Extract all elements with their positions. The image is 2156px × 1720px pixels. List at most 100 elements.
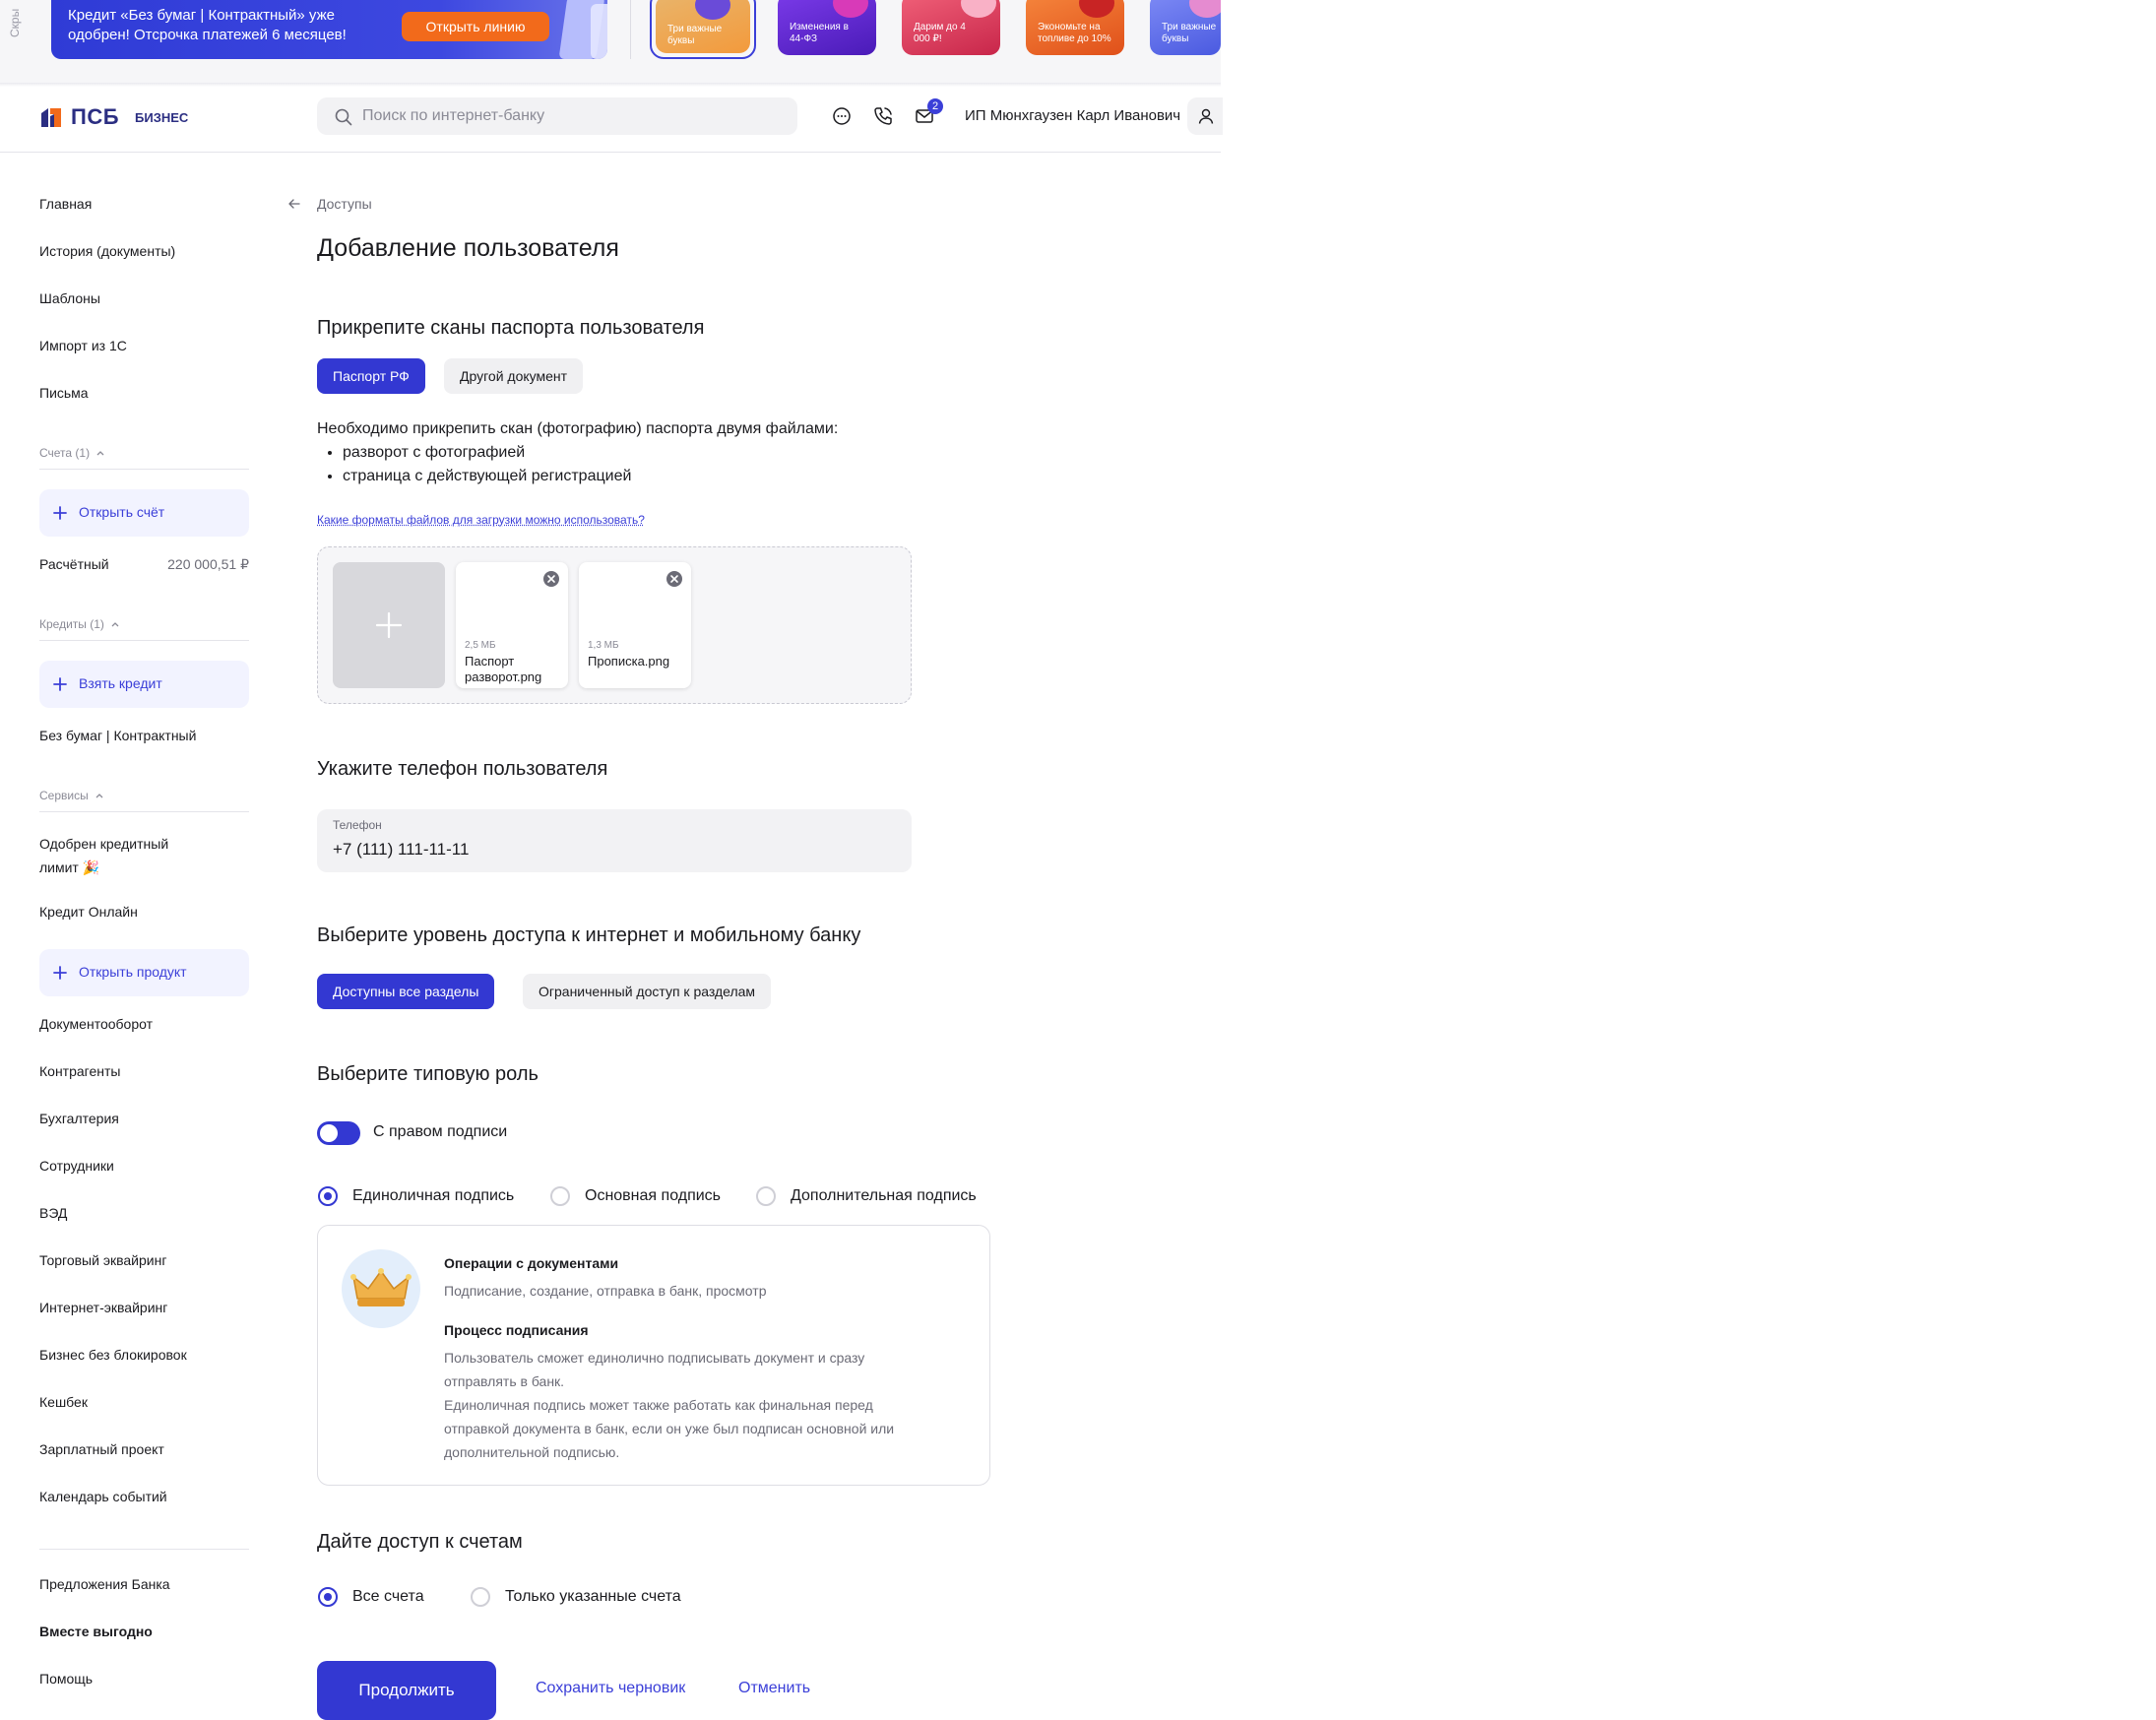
avatar[interactable] <box>1187 97 1223 135</box>
tab-other-document[interactable]: Другой документ <box>444 358 584 394</box>
open-product-button[interactable]: Открыть продукт <box>39 949 249 996</box>
cancel-button[interactable]: Отменить <box>738 1680 810 1697</box>
file-size: 2,5 МБ <box>465 640 496 651</box>
remove-file-icon[interactable] <box>542 570 560 588</box>
tab-passport-rf[interactable]: Паспорт РФ <box>317 358 425 394</box>
credits-section-toggle[interactable]: Кредиты (1) <box>39 617 120 631</box>
sidebar-item-credit-online[interactable]: Кредит Онлайн <box>39 904 138 920</box>
sidebar-item-salary-project[interactable]: Зарплатный проект <box>39 1441 164 1457</box>
add-file-button[interactable] <box>333 562 445 688</box>
sidebar-item-calendar[interactable]: Календарь событий <box>39 1489 167 1504</box>
collapse-label[interactable]: Скры <box>8 2 22 37</box>
phone-input[interactable] <box>333 837 884 862</box>
open-line-button[interactable]: Открыть линию <box>402 12 549 41</box>
search-bar[interactable] <box>317 97 797 135</box>
logo-suffix: БИЗНЕС <box>135 109 189 125</box>
promo-decoration <box>591 4 607 59</box>
story-card[interactable]: Три важные буквы <box>650 0 756 59</box>
radio-all-accounts-label[interactable]: Все счета <box>352 1588 424 1606</box>
services-section-label: Сервисы <box>39 789 89 802</box>
divider <box>39 1549 249 1550</box>
sidebar-item-cashback[interactable]: Кешбек <box>39 1394 88 1410</box>
story-illustration <box>961 0 996 18</box>
sidebar-item-accounting[interactable]: Бухгалтерия <box>39 1111 119 1126</box>
radio-additional-signature-label[interactable]: Дополнительная подпись <box>791 1187 977 1205</box>
page-title: Добавление пользователя <box>317 234 619 262</box>
psb-business-logo[interactable]: ПСБ БИЗНЕС <box>39 104 189 130</box>
accounts-section-toggle[interactable]: Счета (1) <box>39 446 105 460</box>
sidebar-item-help[interactable]: Помощь <box>39 1671 93 1687</box>
sidebar-item-import-1c[interactable]: Импорт из 1С <box>39 338 127 353</box>
save-draft-button[interactable]: Сохранить черновик <box>536 1680 685 1697</box>
arrow-left-icon[interactable] <box>287 197 301 211</box>
services-section-toggle[interactable]: Сервисы <box>39 789 104 802</box>
search-input[interactable] <box>362 97 776 135</box>
role-description-card: Операции с документами Подписание, созда… <box>317 1225 990 1486</box>
signing-process-title: Процесс подписания <box>444 1322 589 1338</box>
sign-right-toggle[interactable] <box>317 1121 360 1145</box>
take-credit-button[interactable]: Взять кредит <box>39 661 249 708</box>
radio-additional-signature[interactable] <box>756 1186 776 1206</box>
radio-main-signature[interactable] <box>550 1186 570 1206</box>
logo-name: ПСБ <box>71 104 120 129</box>
sidebar-item-approved-limit[interactable]: Одобрен кредитный лимит 🎉 <box>39 832 207 879</box>
phone-call-icon[interactable] <box>872 105 894 127</box>
chevron-up-icon <box>96 451 104 456</box>
chevron-up-icon <box>95 794 103 798</box>
story-card[interactable]: Три важные буквы <box>1146 0 1221 59</box>
sidebar-item-counterparties[interactable]: Контрагенты <box>39 1063 120 1079</box>
promo-banner[interactable]: Кредит «Без бумаг | Контрактный» уже одо… <box>51 0 607 59</box>
open-account-button[interactable]: Открыть счёт <box>39 489 249 537</box>
sidebar-item-employees[interactable]: Сотрудники <box>39 1158 114 1174</box>
promo-strip: Скры Кредит «Без бумаг | Контрактный» уж… <box>0 0 1221 83</box>
radio-sole-signature[interactable] <box>318 1186 338 1206</box>
remove-file-icon[interactable] <box>666 570 683 588</box>
tab-limited-access[interactable]: Ограниченный доступ к разделам <box>523 974 772 1009</box>
file-formats-link[interactable]: Какие форматы файлов для загрузки можно … <box>317 513 645 527</box>
sidebar-item-docflow[interactable]: Документооборот <box>39 1016 153 1032</box>
story-card[interactable]: Экономьте на топливе до 10% <box>1022 0 1128 59</box>
radio-main-signature-label[interactable]: Основная подпись <box>585 1187 721 1205</box>
sidebar-item-main[interactable]: Главная <box>39 196 92 212</box>
sidebar-item-templates[interactable]: Шаблоны <box>39 290 100 306</box>
sidebar-item-credit[interactable]: Без бумаг | Контрактный <box>39 728 196 743</box>
continue-button[interactable]: Продолжить <box>317 1661 496 1720</box>
radio-specific-accounts[interactable] <box>471 1587 490 1607</box>
story-title: Экономьте на топливе до 10% <box>1038 22 1111 44</box>
file-card[interactable]: 2,5 МБ Паспорт разворот.png <box>456 562 568 688</box>
sidebar-item-no-blocking[interactable]: Бизнес без блокировок <box>39 1347 187 1363</box>
sidebar-item-ved[interactable]: ВЭД <box>39 1205 67 1221</box>
sidebar-item-bank-offers[interactable]: Предложения Банка <box>39 1576 170 1592</box>
operations-title: Операции с документами <box>444 1255 619 1271</box>
sidebar-item-trade-acquiring[interactable]: Торговый эквайринг <box>39 1252 166 1268</box>
divider <box>39 640 249 641</box>
user-icon <box>1198 108 1214 124</box>
story-title: Три важные буквы <box>667 24 723 46</box>
file-dropzone[interactable]: 2,5 МБ Паспорт разворот.png 1,3 МБ Пропи… <box>317 546 912 704</box>
chevron-up-icon <box>111 622 119 627</box>
header-shadow <box>0 83 1221 87</box>
radio-specific-accounts-label[interactable]: Только указанные счета <box>505 1588 681 1606</box>
user-name[interactable]: ИП Мюнхгаузен Карл Иванович <box>965 107 1180 124</box>
header-divider <box>0 152 1221 153</box>
story-card[interactable]: Дарим до 4 000 ₽! <box>898 0 1004 59</box>
file-card[interactable]: 1,3 МБ Прописка.png <box>579 562 691 688</box>
sidebar-item-internet-acquiring[interactable]: Интернет-эквайринг <box>39 1300 167 1315</box>
radio-sole-signature-label[interactable]: Единоличная подпись <box>352 1187 514 1205</box>
account-row[interactable]: Расчётный 220 000,51 ₽ <box>39 556 249 572</box>
passport-section-title: Прикрепите сканы паспорта пользователя <box>317 317 705 339</box>
tab-all-sections[interactable]: Доступны все разделы <box>317 974 495 1009</box>
plus-icon <box>53 506 67 520</box>
radio-all-accounts[interactable] <box>318 1587 338 1607</box>
breadcrumb[interactable]: Доступы <box>317 196 372 212</box>
story-card[interactable]: Изменения в 44-ФЗ <box>774 0 880 59</box>
operations-text: Подписание, создание, отправка в банк, п… <box>444 1283 767 1299</box>
sidebar-item-letters[interactable]: Письма <box>39 385 89 401</box>
chat-icon[interactable] <box>831 105 853 127</box>
phone-field[interactable]: Телефон <box>317 809 912 872</box>
sidebar-item-history[interactable]: История (документы) <box>39 243 175 259</box>
file-name: Паспорт разворот.png <box>465 654 542 684</box>
list-item: страница с действующей регистрацией <box>343 465 927 488</box>
sidebar-item-together[interactable]: Вместе выгодно <box>39 1624 153 1639</box>
divider <box>630 0 631 59</box>
